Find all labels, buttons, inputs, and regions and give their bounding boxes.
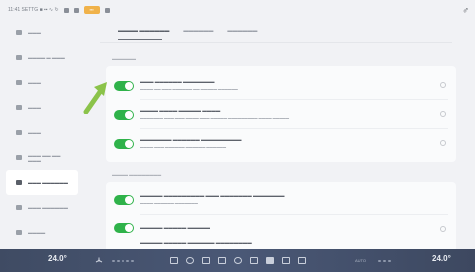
setting-row[interactable]: ▬▬▬▬ ▬▬▬▬ ▬▬▬▬▬ ▬▬▬▬ ▬▬▬▬▬▬▬ ▬▬▬ ▬▬▬ ▬▬▬…	[106, 102, 456, 130]
sidebar-item-assist[interactable]: ▬▬▬ ▬▬▬▬▬▬	[6, 170, 78, 195]
setting-title[interactable]: ▬▬▬▬▬ ▬▬▬▬▬ ▬▬▬▬▬▬ ▬▬▬▬▬▬▬▬	[140, 240, 252, 245]
status-text: 11:41 SETTG ■ ▪▪ ∿ ↻	[8, 7, 59, 13]
media-icon[interactable]	[202, 257, 210, 264]
sidebar-item-label: ▬▬▬ ▬▬ ▬▬ ▬▬▬	[28, 152, 61, 163]
setting-row[interactable]: ▬▬▬▬▬▬▬ ▬▬▬▬▬▬ ▬▬▬▬▬▬▬▬▬ ▬▬▬▬ ▬▬▬ ▬▬▬▬▬▬…	[106, 131, 456, 159]
energy-icon	[16, 205, 22, 210]
tab-driving-assist[interactable]: ▬▬▬▬ ▬▬▬▬▬▬	[118, 28, 169, 34]
setting-subtitle: ▬▬▬▬ ▬▬ ▬▬▬ ▬▬▬▬▬▬ ▬▬ ▬▬▬▬▬ ▬▬▬▬▬▬	[140, 87, 238, 91]
row-divider	[140, 214, 448, 215]
steering-icon	[16, 155, 22, 160]
climate-icon[interactable]	[250, 257, 258, 264]
setting-subtitle: ▬▬▬▬ ▬▬▬▬▬▬ ▬▬▬▬▬▬▬	[140, 201, 198, 205]
group-title: ▬▬▬▬▬▬	[112, 56, 136, 61]
sidebar-item-light[interactable]: ▬▬▬	[6, 70, 78, 95]
phone-icon[interactable]	[186, 257, 194, 264]
status-bar: 11:41 SETTG ■ ▪▪ ∿ ↻ ▪▪▪ ♂	[0, 0, 475, 20]
sidebar-item-display[interactable]: ▬▬▬▬ ▬ ▬▬▬	[6, 45, 78, 70]
sidebar-item-label: ▬▬▬	[28, 105, 41, 110]
sidebar-item-label: ▬▬▬	[28, 30, 41, 35]
info-icon[interactable]	[440, 111, 446, 117]
setting-subtitle: ▬▬▬▬▬▬▬ ▬▬▬ ▬▬▬ ▬▬▬▬ ▬▬▬ ▬▬▬▬▬ ▬▬▬▬▬▬▬▬▬…	[140, 116, 290, 120]
sidebar-item-energy[interactable]: ▬▬▬ ▬▬▬▬▬▬	[6, 195, 78, 220]
group-title: ▬▬▬▬ ▬▬▬▬▬▬▬▬	[112, 172, 162, 177]
signal-icon	[63, 7, 69, 13]
display-icon	[16, 55, 22, 60]
seat-heat-icon[interactable]	[298, 257, 306, 264]
fan-mode-label[interactable]: AUTO	[355, 258, 366, 263]
fan-level-indicator[interactable]	[112, 260, 134, 262]
music-icon[interactable]	[234, 257, 242, 264]
settings-card: ▬▬▬▬▬ ▬▬▬▬▬▬▬▬▬ ▬▬▬ ▬▬▬▬▬▬▬ ▬▬▬▬▬▬▬ ▬▬▬▬…	[106, 182, 456, 252]
info-icon[interactable]	[440, 82, 446, 88]
sidebar-item-label: ▬▬▬	[28, 130, 41, 135]
info-icon	[16, 30, 22, 35]
setting-row[interactable]: ▬▬▬▬▬ ▬▬▬▬▬▬▬▬▬ ▬▬▬ ▬▬▬▬▬▬▬ ▬▬▬▬▬▬▬ ▬▬▬▬…	[106, 186, 456, 214]
assist-icon	[16, 180, 22, 185]
status-badge: ▪▪▪	[83, 6, 100, 14]
tab-parking[interactable]: ▬▬▬▬▬▬	[183, 28, 213, 34]
navigation-icon[interactable]	[266, 257, 274, 264]
seat-icon	[16, 105, 22, 110]
light-icon	[16, 80, 22, 85]
sidebar-item-label: ▬▬▬▬	[28, 230, 46, 235]
right-fan-level-indicator[interactable]	[378, 260, 400, 262]
sidebar-item-seat[interactable]: ▬▬▬	[6, 95, 78, 120]
row-divider	[140, 128, 448, 129]
sidebar-item-label: ▬▬▬ ▬▬▬▬▬▬	[28, 180, 68, 185]
toggle-switch[interactable]	[114, 81, 134, 91]
setting-title: ▬▬▬▬▬▬▬ ▬▬▬▬▬▬ ▬▬▬▬▬▬▬▬▬	[140, 137, 242, 142]
settings-card: ▬▬▬ ▬▬▬▬▬▬ ▬▬▬▬▬▬▬ ▬▬▬▬ ▬▬ ▬▬▬ ▬▬▬▬▬▬ ▬▬…	[106, 66, 456, 162]
tab-divider	[100, 42, 452, 43]
sidebar-item-label: ▬▬▬	[28, 80, 41, 85]
tab-driving[interactable]: ▬▬▬▬▬▬	[227, 28, 257, 34]
sidebar-item-info[interactable]: ▬▬▬	[6, 20, 78, 45]
lock-icon	[16, 130, 22, 135]
sidebar-item-label: ▬▬▬▬ ▬ ▬▬▬	[28, 55, 65, 60]
settings-content: ▬▬▬▬ ▬▬▬▬▬▬ ▬▬▬▬▬▬ ▬▬▬▬▬▬ ▬▬▬▬▬▬ ▬▬▬ ▬▬▬…	[94, 20, 458, 252]
toggle-switch[interactable]	[114, 223, 134, 233]
settings-screen: 11:41 SETTG ■ ▪▪ ∿ ↻ ▪▪▪ ♂ ▬▬▬ ▬▬▬▬ ▬ ▬▬…	[0, 0, 475, 272]
sidebar-item-lock[interactable]: ▬▬▬	[6, 120, 78, 145]
info-icon[interactable]	[440, 226, 446, 232]
bottom-dock: 24.0° AUTO 24.0°	[0, 249, 475, 272]
car-icon[interactable]	[170, 257, 178, 264]
setting-title: ▬▬▬▬▬ ▬▬▬▬▬ ▬▬▬▬▬	[140, 225, 211, 230]
toggle-switch[interactable]	[114, 139, 134, 149]
sidebar-item-system[interactable]: ▬▬▬▬	[6, 220, 78, 245]
fan-icon[interactable]	[95, 257, 103, 264]
pointer-arrow-icon	[83, 82, 107, 114]
sidebar-item-steering[interactable]: ▬▬▬ ▬▬ ▬▬ ▬▬▬	[6, 145, 78, 170]
setting-title: ▬▬▬▬ ▬▬▬▬ ▬▬▬▬▬ ▬▬▬▬	[140, 108, 221, 113]
left-temperature[interactable]: 24.0°	[48, 254, 67, 263]
settings-sidebar: ▬▬▬ ▬▬▬▬ ▬ ▬▬▬ ▬▬▬ ▬▬▬ ▬▬▬ ▬▬▬ ▬▬ ▬▬ ▬▬▬…	[6, 20, 78, 248]
sidebar-item-label: ▬▬▬ ▬▬▬▬▬▬	[28, 205, 68, 210]
system-icon	[16, 230, 22, 235]
defrost-icon[interactable]	[282, 257, 290, 264]
apps-icon[interactable]	[218, 257, 226, 264]
setting-subtitle: ▬▬▬▬ ▬▬▬ ▬▬▬▬▬▬ ▬▬▬▬▬▬ ▬▬▬▬▬▬	[140, 145, 227, 149]
active-tab-indicator	[118, 39, 162, 40]
info-icon[interactable]	[440, 140, 446, 146]
setting-title: ▬▬▬▬▬ ▬▬▬▬▬▬▬▬▬ ▬▬▬ ▬▬▬▬▬▬▬ ▬▬▬▬▬▬▬	[140, 193, 285, 198]
wifi-icon	[73, 7, 79, 13]
setting-row[interactable]: ▬▬▬ ▬▬▬▬▬▬ ▬▬▬▬▬▬▬ ▬▬▬▬ ▬▬ ▬▬▬ ▬▬▬▬▬▬ ▬▬…	[106, 72, 456, 100]
toggle-switch[interactable]	[114, 110, 134, 120]
setting-title: ▬▬▬ ▬▬▬▬▬▬ ▬▬▬▬▬▬▬	[140, 79, 215, 84]
person-icon[interactable]: ♂	[462, 5, 469, 15]
right-temperature[interactable]: 24.0°	[432, 254, 451, 263]
bluetooth-icon	[104, 7, 110, 13]
row-divider	[140, 99, 448, 100]
toggle-switch[interactable]	[114, 195, 134, 205]
